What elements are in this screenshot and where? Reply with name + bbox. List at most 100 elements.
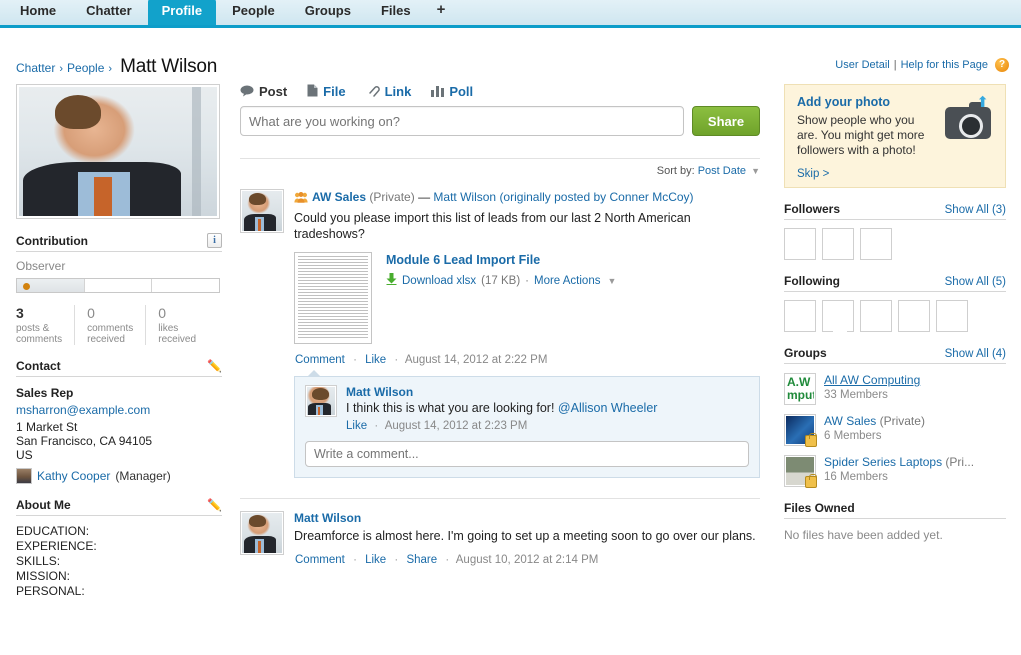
user-detail-link[interactable]: User Detail	[835, 59, 889, 71]
feed-item-1-header: AW Sales (Private) — Matt Wilson (origin…	[294, 189, 760, 207]
main-navigation-bar: Home Chatter Profile People Groups Files…	[0, 0, 1021, 28]
nav-tab-home[interactable]: Home	[6, 0, 70, 25]
nav-tab-groups[interactable]: Groups	[291, 0, 365, 25]
nav-tab-people[interactable]: People	[218, 0, 289, 25]
following-avatar-1[interactable]	[784, 300, 816, 332]
publisher-tab-poll-label: Poll	[449, 84, 474, 99]
nav-tab-chatter[interactable]: Chatter	[72, 0, 146, 25]
publisher-tab-post[interactable]: Post	[240, 84, 287, 99]
about-me-header: About Me ✏️	[16, 498, 222, 516]
group-2-thumbnail[interactable]	[784, 414, 817, 447]
feed-item-2-avatar[interactable]	[240, 511, 284, 555]
attachment-title-link[interactable]: Module 6 Lead Import File	[386, 253, 616, 267]
group-3-thumbnail[interactable]	[784, 455, 817, 488]
info-icon[interactable]: i	[207, 233, 222, 248]
group-2-member-count: 6 Members	[824, 430, 882, 442]
comment-1-mention-link[interactable]: @Allison Wheeler	[558, 401, 658, 415]
feed-item-1-avatar[interactable]	[240, 189, 284, 233]
following-show-all-link[interactable]: Show All (5)	[945, 276, 1006, 288]
manager-name-link[interactable]: Kathy Cooper	[37, 469, 110, 483]
lock-icon	[805, 474, 817, 488]
nav-tab-files[interactable]: Files	[367, 0, 425, 25]
files-owned-section: Files Owned No files have been added yet…	[784, 501, 1006, 542]
add-tab-button[interactable]: +	[427, 0, 456, 25]
group-1-thumbnail[interactable]: A.W mputin	[784, 373, 816, 405]
camera-upload-icon[interactable]: ⬆	[945, 95, 991, 139]
breadcrumb-chatter[interactable]: Chatter	[16, 61, 55, 75]
nav-tab-profile[interactable]: Profile	[147, 0, 217, 25]
group-3-name-link[interactable]: Spider Series Laptops	[824, 455, 942, 469]
contribution-progress-bar	[16, 278, 220, 293]
more-actions-chevron-down-icon[interactable]: ▼	[607, 276, 616, 286]
feed-item-1-group-link[interactable]: AW Sales	[312, 190, 366, 204]
contact-city-state-zip: San Francisco, CA 94105	[16, 434, 153, 448]
edit-contact-pencil-icon[interactable]: ✏️	[207, 360, 222, 372]
feed-item-1-recipient-link[interactable]: Matt Wilson	[433, 190, 496, 204]
feed-item-divider	[240, 498, 760, 499]
feed-item-1-origin-suffix: )	[689, 190, 694, 204]
more-actions-link[interactable]: More Actions	[534, 275, 600, 287]
follower-avatar-3[interactable]	[860, 228, 892, 260]
about-mission: MISSION:	[16, 569, 71, 583]
comment-action-link-2[interactable]: Comment	[295, 554, 345, 566]
group-3-details: Spider Series Laptops (Pri... 16 Members	[824, 455, 974, 483]
avatar-image	[242, 191, 282, 231]
comment-1-like-link[interactable]: Like	[346, 420, 367, 432]
comment-1-author-link[interactable]: Matt Wilson	[346, 385, 749, 399]
manager-avatar[interactable]	[16, 468, 32, 484]
sort-control: Sort by: Post Date ▼	[240, 165, 760, 177]
bar-chart-icon	[431, 85, 445, 99]
publisher-tab-post-label: Post	[259, 84, 288, 99]
feed-item-1-origin-prefix: (originally posted by	[499, 190, 607, 204]
publisher-tab-poll[interactable]: Poll	[431, 84, 473, 99]
attachment-thumbnail[interactable]	[294, 252, 372, 344]
post-text-input[interactable]	[240, 106, 684, 136]
contact-email-link[interactable]: msharron@example.com	[16, 403, 222, 417]
feed-item-2-text: Dreamforce is almost here. I'm going to …	[294, 529, 756, 543]
add-photo-promo: Add your photo Show people who you are. …	[784, 84, 1006, 188]
edit-about-pencil-icon[interactable]: ✏️	[207, 499, 222, 511]
feed-item-2-author-link[interactable]: Matt Wilson	[294, 511, 760, 525]
sort-value-link[interactable]: Post Date	[698, 165, 746, 177]
groups-show-all-link[interactable]: Show All (4)	[945, 348, 1006, 360]
feed-item-2-actions: Comment · Like · Share · August 10, 2012…	[294, 554, 760, 566]
following-avatar-5[interactable]	[936, 300, 968, 332]
followers-show-all-link[interactable]: Show All (3)	[945, 204, 1006, 216]
follower-avatar-2[interactable]	[822, 228, 854, 260]
share-button[interactable]: Share	[692, 106, 760, 136]
group-1-details: All AW Computing 33 Members	[824, 373, 920, 401]
feed-item-1-origin-author-link[interactable]: Conner McCoy	[610, 190, 690, 204]
write-comment-input[interactable]	[305, 441, 749, 467]
help-icon[interactable]: ?	[995, 58, 1009, 72]
breadcrumb-people[interactable]: People	[67, 61, 104, 75]
action-separator-a: ·	[353, 554, 357, 566]
like-action-link[interactable]: Like	[365, 354, 386, 366]
following-avatar-3[interactable]	[860, 300, 892, 332]
feed-item-1: AW Sales (Private) — Matt Wilson (origin…	[240, 189, 760, 484]
publisher-tab-link[interactable]: Link	[366, 84, 411, 99]
following-avatar-4[interactable]	[898, 300, 930, 332]
help-for-this-page-link[interactable]: Help for this Page	[901, 59, 988, 71]
contact-role: Sales Rep	[16, 386, 74, 400]
group-3-privacy: (Pri...	[945, 455, 975, 469]
group-1-name-link[interactable]: All AW Computing	[824, 373, 920, 387]
following-avatar-2[interactable]	[822, 300, 854, 332]
comment-1-body: Matt Wilson I think this is what you are…	[346, 385, 749, 432]
share-action-link-2[interactable]: Share	[406, 554, 437, 566]
group-2-name-link[interactable]: AW Sales	[824, 414, 876, 428]
publisher-tabs: Post File Link Poll	[240, 84, 760, 99]
chevron-down-icon[interactable]: ▼	[751, 166, 760, 176]
publisher-tab-file[interactable]: File	[307, 84, 346, 99]
group-3-member-count: 16 Members	[824, 471, 888, 483]
follower-avatar-1[interactable]	[784, 228, 816, 260]
profile-photo[interactable]	[16, 84, 220, 219]
comment-1-avatar[interactable]	[305, 385, 337, 417]
page-title: Matt Wilson	[120, 56, 218, 77]
contribution-level: Observer	[16, 259, 66, 273]
comment-action-link[interactable]: Comment	[295, 354, 345, 366]
skip-link[interactable]: Skip >	[797, 168, 993, 180]
download-link[interactable]: Download xlsx	[402, 275, 476, 287]
like-action-link-2[interactable]: Like	[365, 554, 386, 566]
comment-1-timestamp: August 14, 2012 at 2:23 PM	[384, 420, 528, 432]
feed-item-1-comments: Matt Wilson I think this is what you are…	[294, 370, 760, 478]
